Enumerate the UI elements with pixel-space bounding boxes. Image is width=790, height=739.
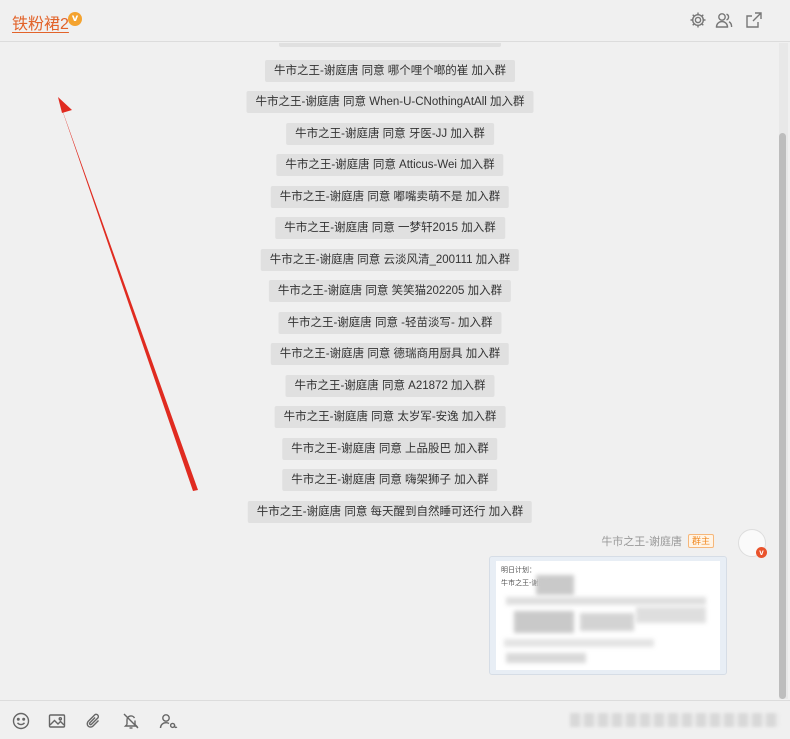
- system-message-cut: [279, 43, 501, 47]
- system-message: 牛市之王-谢庭唐 同意 太岁军-安逸 加入群: [274, 406, 506, 428]
- system-message: 牛市之王-谢庭唐 同意 一梦轩2015 加入群: [275, 217, 505, 239]
- owner-badge: 群主: [687, 534, 714, 548]
- popout-icon[interactable]: [744, 10, 764, 30]
- message-list[interactable]: 牛市之王-谢庭唐 同意 哪个哩个啷的崔 加入群 牛市之王-谢庭唐 同意 When…: [0, 43, 778, 699]
- system-message: 牛市之王-谢庭唐 同意 哪个哩个啷的崔 加入群: [265, 60, 515, 82]
- system-message: 牛市之王-谢庭唐 同意 笑笑猫202205 加入群: [268, 280, 512, 302]
- verified-badge-icon: v: [68, 12, 82, 26]
- system-message: 牛市之王-谢庭唐 同意 云淡风清_200111 加入群: [260, 249, 520, 271]
- system-message: 牛市之王-谢庭唐 同意 嘟嘴卖萌不是 加入群: [270, 186, 510, 208]
- image-preview: 明日计划： 牛市之王-谢庭唐 先生: [496, 561, 720, 670]
- image-message[interactable]: 明日计划： 牛市之王-谢庭唐 先生: [489, 556, 727, 675]
- chat-header: 铁粉裙2 v: [0, 0, 790, 42]
- input-placeholder-blurred: [570, 713, 780, 727]
- emoji-icon[interactable]: [11, 711, 31, 731]
- input-toolbar: [0, 700, 790, 739]
- system-message: 牛市之王-谢庭唐 同意 每天醒到自然睡可还行 加入群: [247, 501, 533, 523]
- system-message: 牛市之王-谢庭唐 同意 When-U-CNothingAtAll 加入群: [246, 91, 534, 113]
- system-message: 牛市之王-谢庭唐 同意 牙医-JJ 加入群: [286, 123, 494, 145]
- system-message: 牛市之王-谢庭唐 同意 A21872 加入群: [285, 375, 495, 397]
- attachment-icon[interactable]: [84, 711, 104, 731]
- system-message: 牛市之王-谢庭唐 同意 -轻苗淡写- 加入群: [278, 312, 502, 334]
- verified-badge-icon: v: [756, 547, 767, 558]
- gear-icon[interactable]: [688, 10, 708, 30]
- system-message: 牛市之王-谢庭唐 同意 Atticus-Wei 加入群: [276, 154, 504, 176]
- sender-name[interactable]: 牛市之王-谢庭唐: [601, 533, 682, 549]
- system-message: 牛市之王-谢庭唐 同意 德瑞商用厨具 加入群: [270, 343, 510, 365]
- image-icon[interactable]: [47, 711, 67, 731]
- system-message: 牛市之王-谢庭唐 同意 嗨架狮子 加入群: [282, 469, 498, 491]
- image-text-line: 明日计划：: [501, 566, 536, 574]
- system-message: 牛市之王-谢庭唐 同意 上品股巴 加入群: [282, 438, 498, 460]
- sender-info: 牛市之王-谢庭唐 群主: [601, 533, 714, 549]
- members-icon[interactable]: [714, 10, 734, 30]
- mute-icon[interactable]: [121, 711, 141, 731]
- mention-icon[interactable]: [158, 711, 178, 731]
- scrollbar-thumb[interactable]: [779, 133, 786, 699]
- group-title[interactable]: 铁粉裙2: [12, 10, 69, 34]
